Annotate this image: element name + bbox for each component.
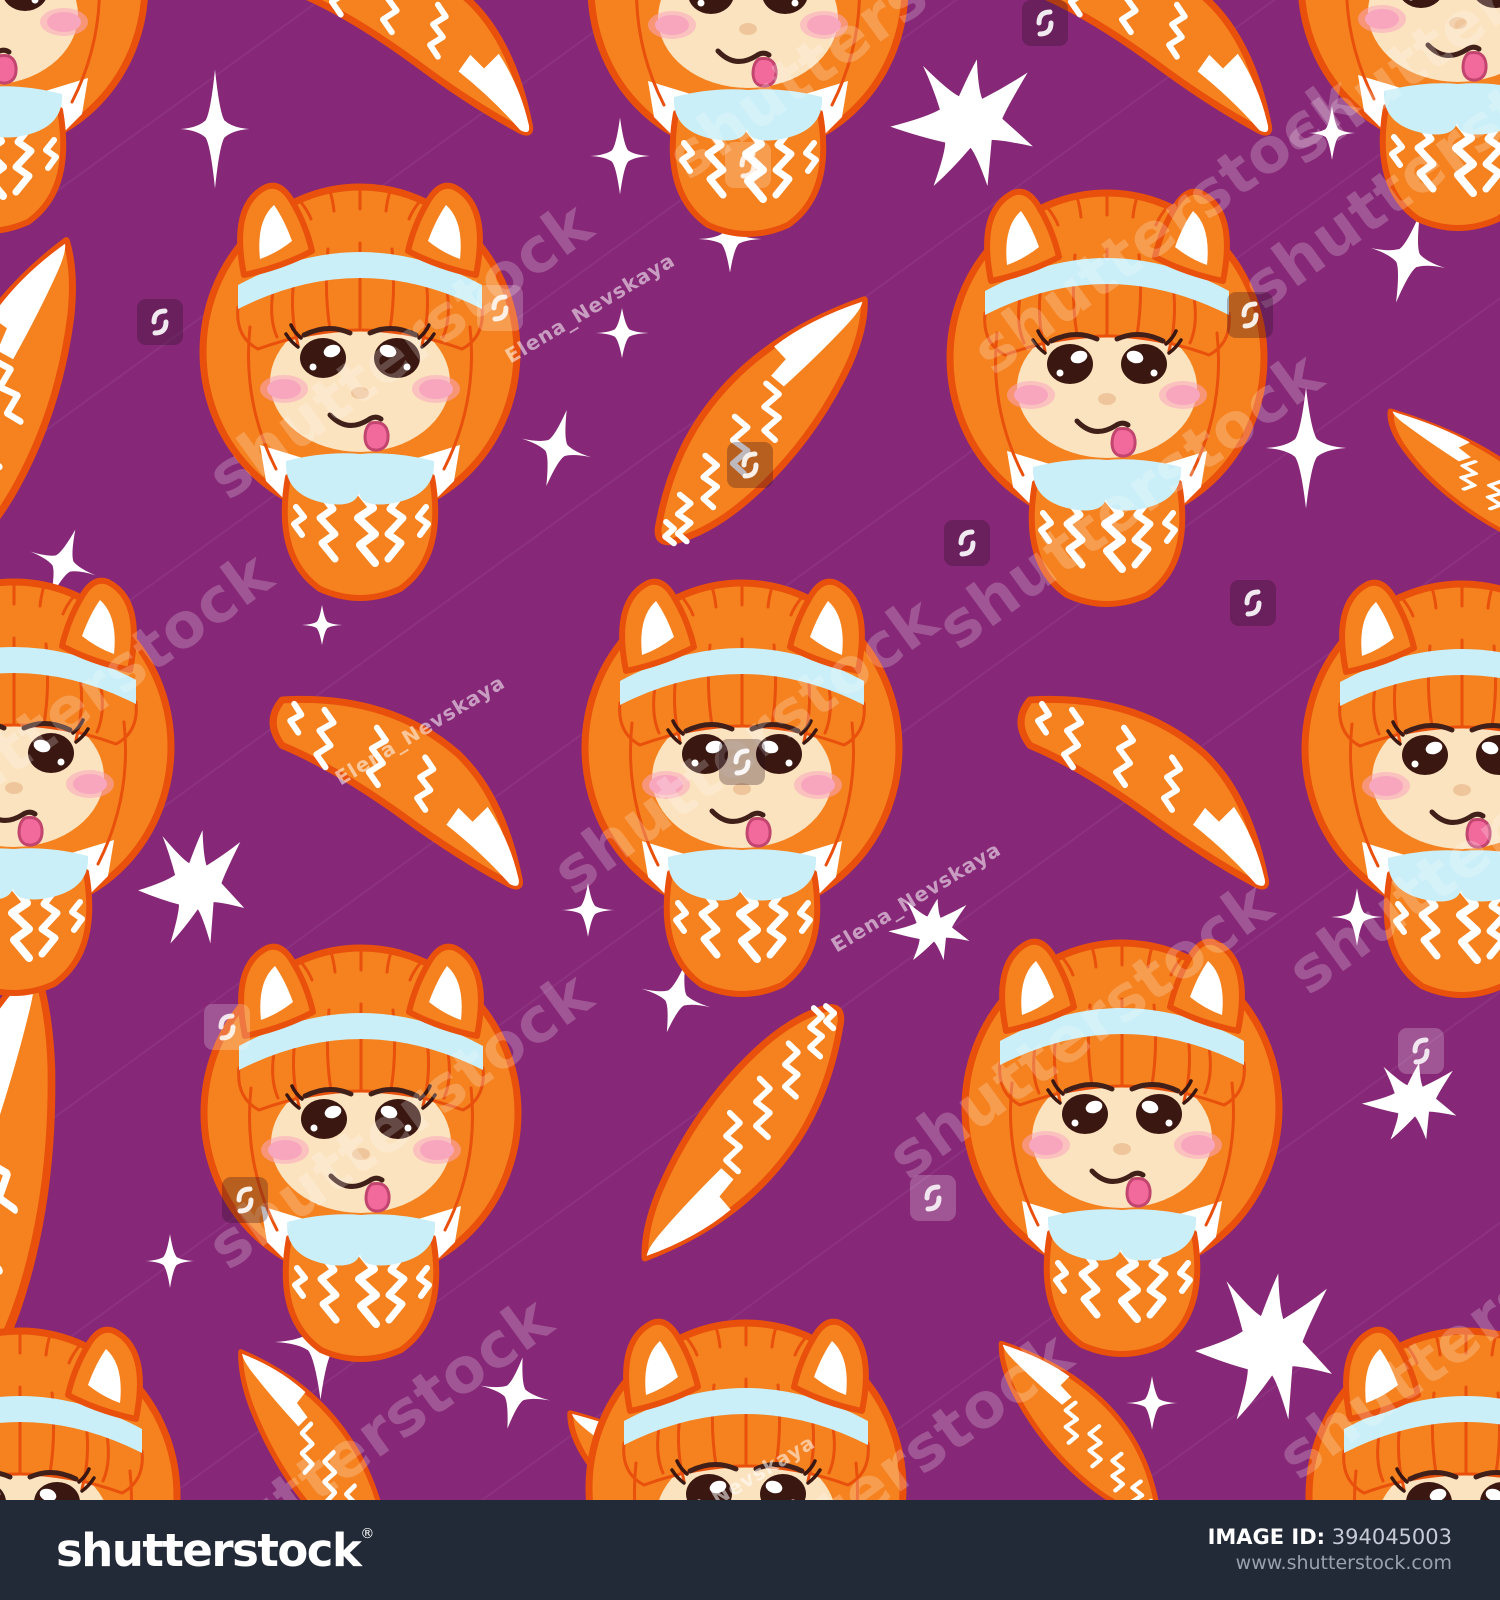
watermark-shutter-icon (1398, 1028, 1444, 1074)
fox-tail (617, 288, 882, 556)
fox-tail (1362, 403, 1500, 562)
registered-trademark-icon: ® (360, 1526, 375, 1542)
fox-tail (258, 690, 530, 900)
image-id-line: IMAGE ID: 394045003 (1208, 1523, 1452, 1551)
stock-image-preview: shutterstock shutterstock shutterstock shut… (0, 0, 1500, 1600)
website-url: www.shutterstock.com (1235, 1552, 1452, 1575)
shutterstock-footer-bar: shutterstock® IMAGE ID: 394045003 www.sh… (0, 1500, 1500, 1600)
sparkle-star-icon (179, 67, 251, 191)
fox-tail (628, 993, 880, 1270)
fox-tail (275, 0, 540, 146)
sparkle-star-icon (1359, 1062, 1457, 1142)
watermark-shutter-icon (719, 739, 765, 785)
watermark-shutter-icon (477, 285, 523, 331)
image-id-value: 394045003 (1331, 1525, 1452, 1549)
watermark-shutter-icon (1022, 0, 1068, 46)
image-id-label: IMAGE ID: (1207, 1525, 1326, 1549)
shutterstock-logo-text: shutterstock (56, 1524, 362, 1577)
watermark-shutter-icon (725, 142, 771, 188)
watermark-shutter-icon (1227, 292, 1273, 338)
watermark-shutter-icon (727, 442, 773, 488)
watermark-shutter-icon (1230, 580, 1276, 626)
fox-girl-face (0, 0, 168, 240)
pattern-image: shutterstock shutterstock shutterstock shut… (0, 0, 1500, 1500)
footer-image-info: IMAGE ID: 394045003 www.shutterstock.com (1208, 1523, 1452, 1577)
watermark-shutter-icon (137, 299, 183, 345)
shutterstock-logo: shutterstock® (56, 1527, 374, 1573)
watermark-shutter-icon (222, 1177, 268, 1223)
fox-tail (1006, 690, 1276, 900)
watermark-shutter-icon (204, 1004, 250, 1050)
watermark-shutter-icon (944, 520, 990, 566)
watermark-shutter-icon (910, 1175, 956, 1221)
fox-girl-face (0, 1321, 200, 1500)
sparkle-star-icon (301, 604, 343, 646)
